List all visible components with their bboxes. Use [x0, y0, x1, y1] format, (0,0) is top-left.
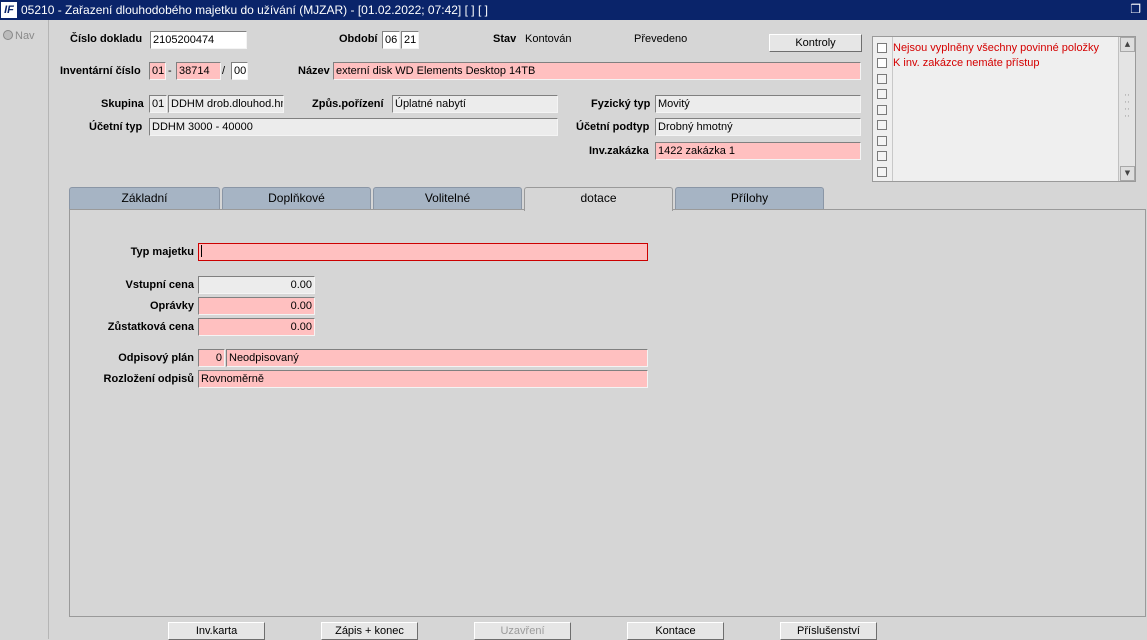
- tab-dotace[interactable]: dotace: [524, 187, 673, 211]
- inventarni-cislo-label: Inventární číslo: [60, 65, 141, 77]
- typ-majetku-field[interactable]: [198, 243, 648, 261]
- rozlozeni-odpisu-label: Rozložení odpisů: [103, 373, 194, 385]
- title-bar: IF 05210 - Zařazení dlouhodobého majetku…: [0, 0, 1147, 20]
- radio-icon: [3, 30, 13, 40]
- tab-content-dotace: [69, 209, 1146, 617]
- ucetni-typ-field[interactable]: DDHM 3000 - 40000: [149, 118, 558, 136]
- skupina-label: Skupina: [101, 98, 144, 110]
- nav-strip: [0, 20, 49, 639]
- skupina-code-field[interactable]: 01: [149, 95, 167, 113]
- inv-zakazka-label: Inv.zakázka: [589, 145, 649, 157]
- inv-cislo-part2-field[interactable]: 38714: [176, 62, 221, 80]
- message-checkbox[interactable]: [877, 89, 887, 99]
- window-title: 05210 - Zařazení dlouhodobého majetku do…: [21, 3, 488, 17]
- obdobi-year-field[interactable]: 21: [401, 31, 419, 49]
- stav-label: Stav: [493, 33, 517, 45]
- inv-karta-button[interactable]: Inv.karta: [168, 622, 265, 640]
- restore-icon[interactable]: ❐: [1130, 2, 1141, 16]
- zpus-porizeni-label: Způs.pořízení: [312, 98, 384, 110]
- message-item[interactable]: K inv. zakázce nemáte přístup: [877, 56, 1040, 70]
- tab-volitelne[interactable]: Volitelné: [373, 187, 522, 209]
- message-item[interactable]: Nejsou vyplněny všechny povinné položky: [877, 41, 1099, 55]
- zapis-konec-button[interactable]: Zápis + konec: [321, 622, 418, 640]
- scroll-down-icon[interactable]: ▼: [1120, 166, 1135, 181]
- fyzicky-typ-label: Fyzický typ: [591, 98, 651, 110]
- message-text: K inv. zakázce nemáte přístup: [893, 57, 1040, 69]
- message-item-empty[interactable]: [877, 165, 887, 179]
- odpisovy-plan-code-field[interactable]: 0: [198, 349, 225, 367]
- message-item-empty[interactable]: [877, 72, 887, 86]
- stav-value: Kontován: [525, 33, 572, 45]
- message-text: Nejsou vyplněny všechny povinné položky: [893, 42, 1100, 54]
- scroll-grip-icon[interactable]: ·· ·· ·· ··: [1121, 92, 1133, 122]
- message-checkbox[interactable]: [877, 58, 887, 68]
- rozlozeni-odpisu-field[interactable]: Rovnoměrně: [198, 370, 648, 388]
- message-checkbox[interactable]: [877, 136, 887, 146]
- inv-cislo-part1-field[interactable]: 01: [149, 62, 166, 80]
- message-item-empty[interactable]: [877, 87, 887, 101]
- vstupni-cena-field[interactable]: 0.00: [198, 276, 315, 294]
- tab-zakladni[interactable]: Základní: [69, 187, 220, 209]
- cislo-dokladu-field[interactable]: 2105200474: [150, 31, 247, 49]
- odpisovy-plan-field[interactable]: Neodpisovaný: [226, 349, 648, 367]
- inv-cislo-slash: /: [222, 65, 226, 77]
- uzavreni-button[interactable]: Uzavření: [474, 622, 571, 640]
- odpisovy-plan-label: Odpisový plán: [118, 352, 194, 364]
- obdobi-month-field[interactable]: 06: [382, 31, 400, 49]
- ucetni-podtyp-label: Účetní podtyp: [576, 121, 650, 133]
- message-checkbox[interactable]: [877, 167, 887, 177]
- message-checkbox[interactable]: [877, 74, 887, 84]
- ucetni-podtyp-field[interactable]: Drobný hmotný: [655, 118, 861, 136]
- inv-cislo-part3-field[interactable]: 00: [231, 62, 248, 80]
- message-item-empty[interactable]: [877, 103, 887, 117]
- tab-prilohy[interactable]: Přílohy: [675, 187, 824, 209]
- message-item-empty[interactable]: [877, 118, 887, 132]
- typ-majetku-label: Typ majetku: [130, 246, 194, 258]
- opravky-field[interactable]: 0.00: [198, 297, 315, 315]
- tab-doplnkove[interactable]: Doplňkové: [222, 187, 371, 209]
- fyzicky-typ-field[interactable]: Movitý: [655, 95, 861, 113]
- message-checkbox[interactable]: [877, 151, 887, 161]
- inv-cislo-dash: -: [168, 65, 172, 77]
- message-checkbox[interactable]: [877, 120, 887, 130]
- message-checkbox[interactable]: [877, 43, 887, 53]
- nav-toggle[interactable]: Nav: [3, 30, 35, 42]
- opravky-label: Oprávky: [149, 300, 194, 312]
- messages-panel: Nejsou vyplněny všechny povinné položky …: [872, 36, 1136, 182]
- vstupni-cena-label: Vstupní cena: [125, 279, 194, 291]
- messages-scrollbar[interactable]: ▲ ·· ·· ·· ·· ▼: [1118, 37, 1135, 181]
- obdobi-label: Období: [339, 33, 378, 45]
- inv-zakazka-field[interactable]: 1422 zakázka 1: [655, 142, 861, 160]
- message-checkbox[interactable]: [877, 105, 887, 115]
- cislo-dokladu-label: Číslo dokladu: [70, 33, 143, 45]
- kontace-button[interactable]: Kontace: [627, 622, 724, 640]
- stav-value-2: Převedeno: [634, 33, 688, 45]
- message-item-empty[interactable]: [877, 134, 887, 148]
- prislusenstvi-button[interactable]: Příslušenství: [780, 622, 877, 640]
- nazev-field[interactable]: externí disk WD Elements Desktop 14TB: [333, 62, 861, 80]
- skupina-field[interactable]: DDHM drob.dlouhod.hm: [168, 95, 284, 113]
- zpus-porizeni-field[interactable]: Úplatné nabytí: [392, 95, 558, 113]
- app-logo-icon: IF: [1, 2, 17, 18]
- message-item-empty[interactable]: [877, 149, 887, 163]
- zustatkova-cena-label: Zůstatková cena: [107, 321, 194, 333]
- scroll-up-icon[interactable]: ▲: [1120, 37, 1135, 52]
- ucetni-typ-label: Účetní typ: [89, 121, 143, 133]
- nav-label: Nav: [15, 30, 35, 42]
- kontroly-button[interactable]: Kontroly: [769, 34, 862, 52]
- zustatkova-cena-field[interactable]: 0.00: [198, 318, 315, 336]
- text-caret: [201, 245, 202, 257]
- nazev-label: Název: [298, 65, 330, 77]
